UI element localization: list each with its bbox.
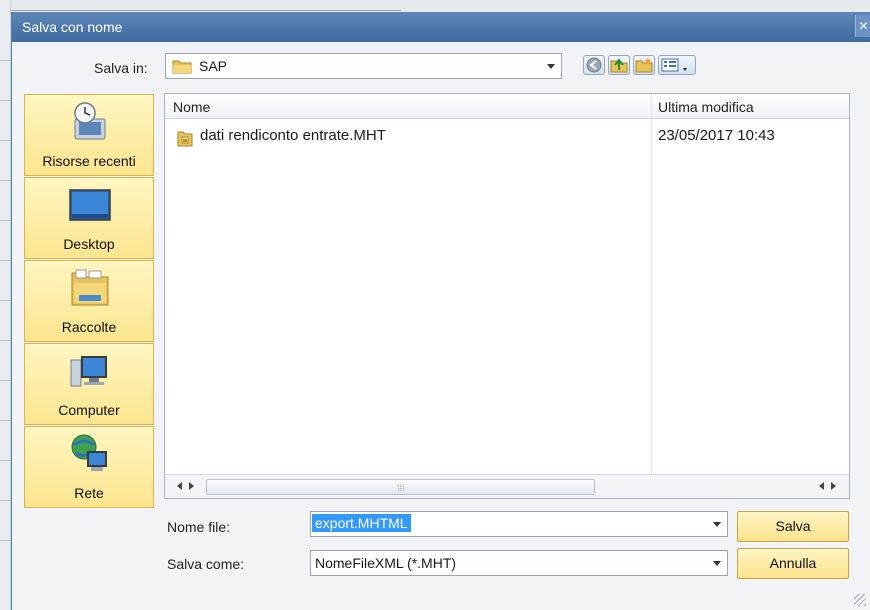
horizontal-scrollbar[interactable]: ⁞⁞⁞: [165, 474, 849, 498]
place-label: Computer: [58, 402, 120, 418]
screen: Salva con nome ✕ Salva in: SAP Risorse r…: [0, 0, 870, 610]
place-label: Desktop: [63, 236, 115, 252]
scroll-left-end-icon[interactable]: [819, 482, 824, 490]
up-folder-icon: [610, 58, 628, 73]
mht-file-icon: [177, 131, 193, 147]
background-window-top: [11, 0, 870, 12]
desktop-icon: [69, 189, 111, 221]
place-desktop[interactable]: Desktop: [24, 177, 154, 259]
background-window-edge: [0, 0, 11, 610]
resize-grip-icon[interactable]: [854, 594, 866, 606]
save-button[interactable]: Salva: [737, 511, 849, 542]
current-folder-value: SAP: [199, 58, 228, 74]
view-menu-button[interactable]: [658, 55, 696, 75]
places-bar: Risorse recenti Desktop Raccolte Compute…: [24, 94, 154, 509]
up-one-level-button[interactable]: [608, 55, 630, 75]
save-as-dialog: Salva con nome ✕ Salva in: SAP Risorse r…: [11, 12, 870, 610]
filetype-value: NomeFileXML (*.MHT): [315, 555, 457, 571]
chevron-down-icon[interactable]: [713, 522, 721, 527]
computer-icon: [70, 356, 107, 387]
cancel-button[interactable]: Annulla: [737, 548, 849, 579]
place-libraries[interactable]: Raccolte: [24, 260, 154, 342]
grip-icon: ⁞⁞⁞: [397, 483, 405, 493]
back-icon: [586, 57, 602, 73]
dialog-title: Salva con nome: [22, 19, 123, 35]
folder-icon: [172, 60, 192, 74]
libraries-icon: [71, 269, 109, 306]
filename-input[interactable]: export.MHTML: [310, 511, 728, 537]
recent-places-icon: [74, 102, 106, 140]
back-button[interactable]: [583, 55, 605, 75]
filename-label: Nome file:: [167, 519, 231, 535]
place-recent[interactable]: Risorse recenti: [24, 94, 154, 176]
filetype-select[interactable]: NomeFileXML (*.MHT): [310, 550, 728, 576]
column-divider: [651, 94, 652, 474]
scroll-right-end-icon[interactable]: [831, 482, 836, 490]
close-icon[interactable]: ✕: [855, 15, 870, 37]
chevron-down-icon: [547, 64, 555, 69]
scrollbar-thumb[interactable]: ⁞⁞⁞: [206, 479, 595, 495]
place-label: Risorse recenti: [42, 153, 136, 169]
save-in-label: Salva in:: [94, 60, 148, 76]
file-list[interactable]: Nome Ultima modifica dati rendiconto ent…: [164, 93, 850, 499]
new-folder-button[interactable]: [633, 55, 655, 75]
new-folder-icon: [635, 57, 653, 73]
place-label: Rete: [74, 485, 104, 501]
column-header-name[interactable]: Nome: [173, 99, 210, 115]
save-in-combobox[interactable]: SAP: [165, 53, 562, 79]
place-label: Raccolte: [61, 319, 117, 335]
place-network[interactable]: Rete: [24, 426, 154, 508]
view-menu-icon: [661, 58, 687, 72]
file-list-header: Nome Ultima modifica: [165, 94, 849, 119]
chevron-down-icon[interactable]: [713, 561, 721, 566]
place-computer[interactable]: Computer: [24, 343, 154, 425]
filetype-label: Salva come:: [167, 556, 245, 572]
network-icon: [71, 434, 107, 471]
title-bar[interactable]: Salva con nome ✕: [12, 12, 870, 42]
scroll-right-icon[interactable]: [189, 482, 194, 490]
list-item[interactable]: dati rendiconto entrate.MHT 23/05/2017 1…: [165, 120, 849, 150]
file-name: dati rendiconto entrate.MHT: [200, 127, 386, 144]
scroll-left-icon[interactable]: [177, 482, 182, 490]
filename-value: export.MHTML: [312, 514, 411, 532]
file-modified: 23/05/2017 10:43: [658, 127, 775, 144]
column-header-modified[interactable]: Ultima modifica: [658, 99, 754, 115]
